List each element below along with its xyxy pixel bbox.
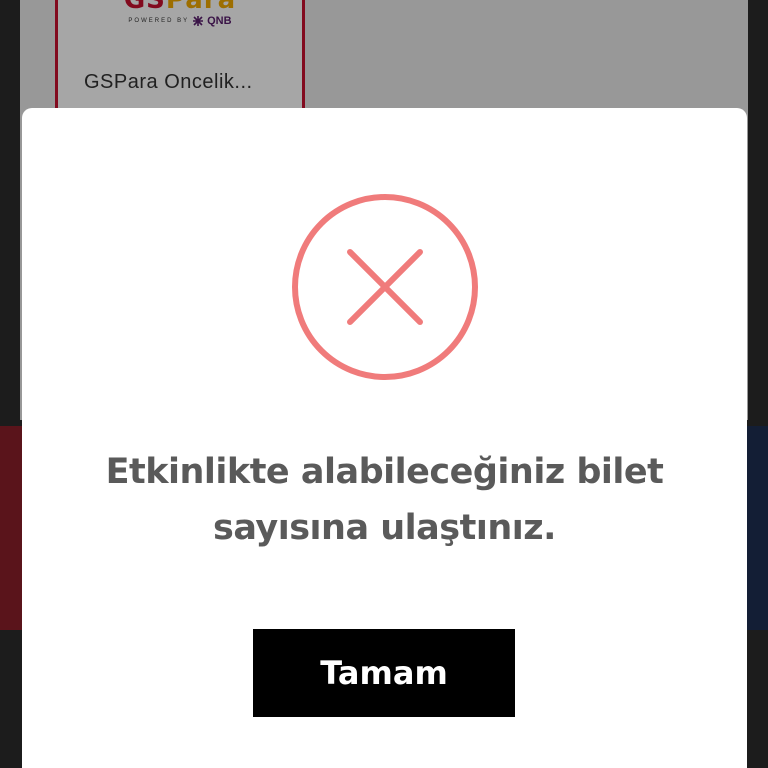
screen: GSPara POWERED BY QNB GSPara Oncelik... … xyxy=(0,0,768,768)
error-dialog: Etkinlikte alabileceğiniz bilet sayısına… xyxy=(22,108,747,768)
error-message: Etkinlikte alabileceğiniz bilet sayısına… xyxy=(105,452,664,548)
error-x-circle-icon xyxy=(292,194,478,380)
ok-button[interactable]: Tamam xyxy=(253,629,515,717)
